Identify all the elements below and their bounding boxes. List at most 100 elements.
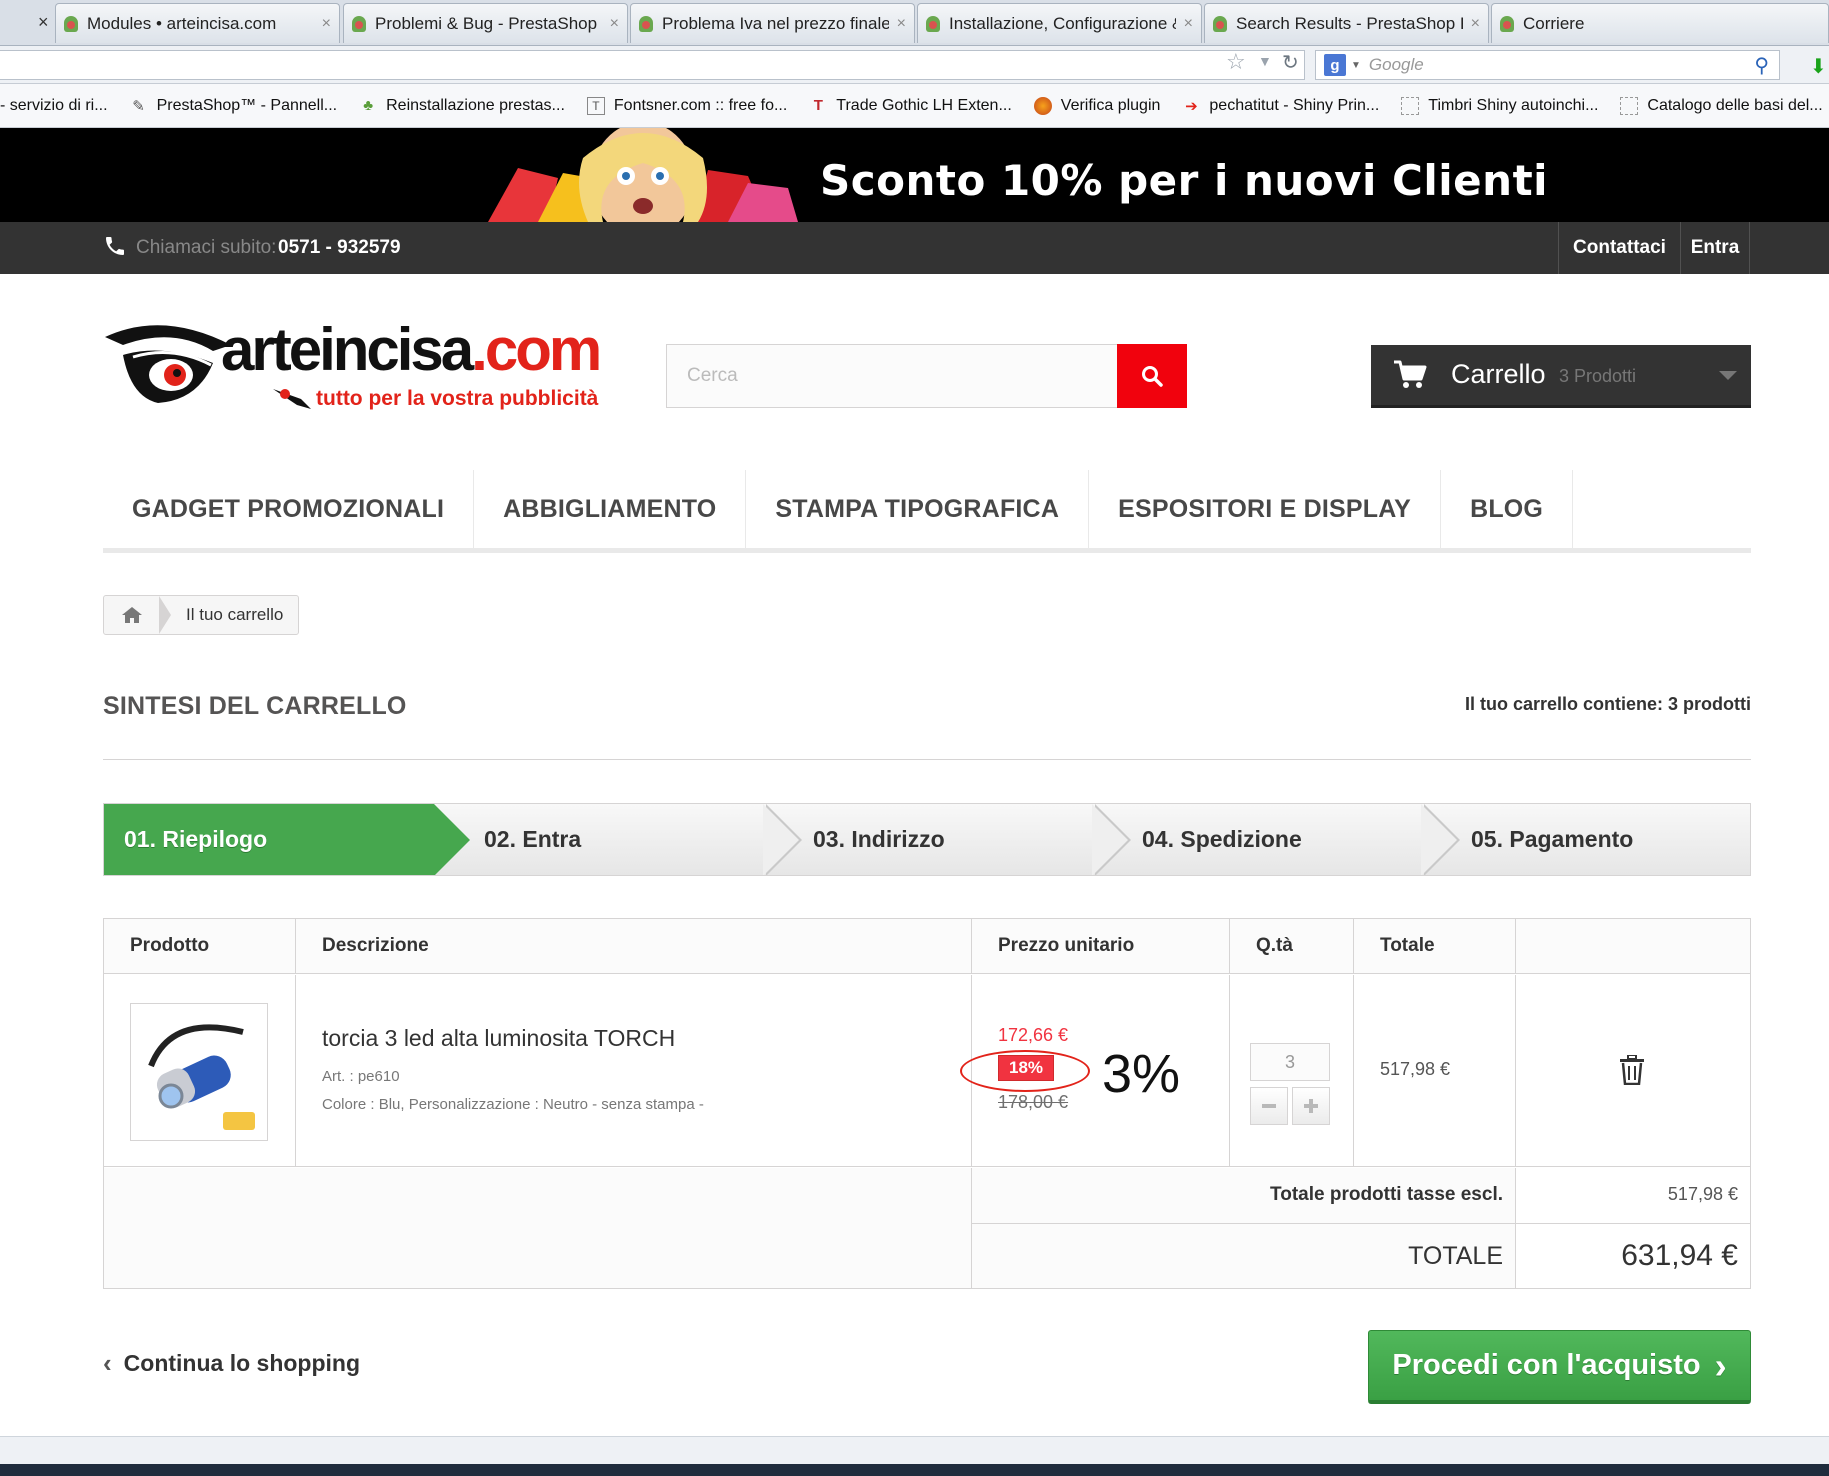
continue-shopping-label: Continua lo shopping	[123, 1350, 361, 1376]
bookmark-label: Catalogo delle basi del...	[1647, 96, 1823, 114]
step-shipping[interactable]: 04. Spedizione	[1142, 804, 1382, 875]
summary-spacer	[104, 1168, 972, 1288]
browser-tab[interactable]: Search Results - PrestaShop Forums ×	[1204, 3, 1489, 43]
google-icon[interactable]: g	[1324, 54, 1346, 76]
os-taskbar	[0, 1464, 1829, 1476]
product-name-link[interactable]: torcia 3 led alta luminosita TORCH	[322, 1025, 675, 1052]
tab-close-icon[interactable]: ×	[1471, 15, 1480, 33]
browser-tab[interactable]: Problema Iva nel prezzo finale - Pro... …	[630, 3, 915, 43]
bookmark-item[interactable]: - servizio di ri...	[0, 97, 108, 115]
bookmark-item[interactable]: Catalogo delle basi del...	[1620, 96, 1823, 115]
breadcrumb: Il tuo carrello	[103, 595, 300, 635]
menu-item-stampa[interactable]: STAMPA TIPOGRAFICA	[746, 470, 1090, 548]
cart-product-count: Il tuo carrello contiene: 3 prodotti	[1464, 694, 1751, 714]
logo-tagline: tutto per la vostra pubblicità	[316, 387, 599, 410]
step-label: 02. Entra	[484, 826, 582, 852]
column-header-total: Totale	[1354, 919, 1516, 974]
subtotal-value-cell: 517,98 €	[1516, 1168, 1750, 1224]
reload-icon[interactable]: ↻	[1282, 50, 1299, 75]
quantity-decrease-button[interactable]	[1250, 1087, 1288, 1125]
step-login[interactable]: 02. Entra	[484, 804, 724, 875]
tab-close-icon[interactable]: ×	[322, 15, 331, 33]
menu-item-espositori[interactable]: ESPOSITORI E DISPLAY	[1089, 470, 1442, 548]
login-link[interactable]: Entra	[1681, 222, 1750, 274]
step-arrow	[763, 804, 799, 875]
menu-item-gadget[interactable]: GADGET PROMOZIONALI	[103, 470, 475, 548]
browser-tab[interactable]: Corriere	[1491, 3, 1829, 43]
tab-label: Corriere	[1523, 13, 1585, 33]
bookmark-item[interactable]: Verifica plugin	[1033, 96, 1160, 115]
font-icon: T	[586, 96, 605, 115]
pen-icon	[273, 389, 311, 409]
breadcrumb-home[interactable]	[104, 596, 159, 634]
cart-dropdown[interactable]: Carrello 3 Prodotti	[1371, 345, 1751, 408]
checkout-button[interactable]: Procedi con l'acquisto ›	[1368, 1330, 1751, 1404]
product-attributes: Colore : Blu, Personalizzazione : Neutro…	[322, 1096, 704, 1113]
shopping-cart-icon	[1394, 360, 1427, 388]
search-button[interactable]	[1117, 344, 1187, 408]
site-logo[interactable]: arteincisa.com tutto per la vostra pubbl…	[103, 315, 603, 415]
browser-tab[interactable]: Problemi & Bug - PrestaShop Foru... ×	[343, 3, 628, 43]
column-header-product: Prodotto	[104, 919, 296, 974]
step-address[interactable]: 03. Indirizzo	[813, 804, 1053, 875]
menu-item-blog[interactable]: BLOG	[1441, 470, 1574, 548]
browser-tab[interactable]: Installazione, Configurazione & Ag... ×	[917, 3, 1202, 43]
engine-dropdown-icon[interactable]: ▼	[1351, 60, 1361, 71]
phone-icon	[106, 237, 124, 255]
step-payment[interactable]: 05. Pagamento	[1471, 804, 1731, 875]
bookmark-item[interactable]: Timbri Shiny autoinchi...	[1401, 96, 1598, 115]
bookmark-label: - servizio di ri...	[0, 96, 108, 114]
divider	[103, 759, 1751, 760]
step-arrow	[1421, 804, 1457, 875]
search-icon[interactable]: ⚲	[1754, 53, 1769, 78]
special-price: 172,66 €	[998, 1025, 1069, 1045]
bookmark-label: PrestaShop™ - Pannell...	[156, 96, 338, 114]
quantity-increase-button[interactable]	[1292, 1087, 1330, 1125]
total-value: 631,94 €	[1621, 1239, 1738, 1272]
logo-tld: .com	[471, 316, 602, 383]
bookmark-item[interactable]: ➔ pechatitut - Shiny Prin...	[1182, 97, 1379, 115]
total-label: TOTALE	[1408, 1242, 1503, 1270]
quantity-input[interactable]: 3	[1250, 1043, 1330, 1081]
chevron-left-icon: ‹	[103, 1348, 112, 1378]
browser-tab[interactable]: Modules • arteincisa.com ×	[55, 3, 340, 43]
browser-search-field[interactable]: g ▼ Google ⚲	[1315, 50, 1780, 80]
tab-close-icon[interactable]: ×	[38, 12, 49, 33]
bookmark-item[interactable]: T Trade Gothic LH Exten...	[809, 96, 1012, 115]
bookmark-star-icon[interactable]: ☆	[1226, 49, 1246, 75]
prestashop-icon: ✎	[132, 97, 145, 115]
tf-icon: T	[813, 97, 823, 114]
subtotal-label-cell: Totale prodotti tasse escl.	[972, 1168, 1516, 1224]
promo-banner[interactable]: Sconto 10% per i nuovi Clienti	[0, 128, 1829, 222]
product-thumbnail[interactable]	[130, 1003, 268, 1141]
tab-close-icon[interactable]: ×	[1184, 15, 1193, 33]
bookmarks-bar: - servizio di ri... ✎ PrestaShop™ - Panne…	[0, 84, 1829, 128]
bookmark-item[interactable]: ✎ PrestaShop™ - Pannell...	[130, 96, 338, 115]
forum-icon: ♣	[363, 97, 374, 114]
bookmark-item[interactable]: T Fontsner.com :: free fo...	[586, 96, 787, 115]
tab-label: Modules • arteincisa.com	[87, 13, 277, 33]
breadcrumb-separator	[159, 596, 171, 634]
menu-item-abbigliamento[interactable]: ABBIGLIAMENTO	[474, 470, 747, 548]
caret-down-icon	[1719, 371, 1737, 380]
bookmark-label: Reinstallazione prestas...	[386, 96, 565, 114]
flashlight-image	[148, 1024, 255, 1130]
tab-close-icon[interactable]: ×	[610, 15, 619, 33]
history-dropdown-icon[interactable]: ▼	[1258, 53, 1272, 69]
tab-close-icon[interactable]: ×	[897, 15, 906, 33]
tab-label: Problema Iva nel prezzo finale - Pro...	[662, 13, 889, 33]
bookmark-label: Trade Gothic LH Exten...	[836, 96, 1012, 114]
contact-link[interactable]: Contattaci	[1558, 222, 1681, 274]
bookmark-item[interactable]: ♣ Reinstallazione prestas...	[359, 97, 565, 115]
tab-label: Problemi & Bug - PrestaShop Foru...	[375, 13, 602, 33]
download-arrow-icon[interactable]: ⬇	[1810, 54, 1827, 79]
breadcrumb-current: Il tuo carrello	[186, 605, 284, 624]
url-field[interactable]	[0, 50, 1305, 80]
trash-icon[interactable]	[1619, 1055, 1645, 1085]
browser-navigation-bar: ☆ ▼ ↻ g ▼ Google ⚲ ⬇	[0, 46, 1829, 84]
shopping-woman-image	[488, 128, 798, 222]
contact-bar: Chiamaci subito: 0571 - 932579 Contattac…	[0, 222, 1829, 274]
total-value-cell: 631,94 €	[1516, 1224, 1750, 1288]
search-input[interactable]	[667, 345, 1117, 407]
continue-shopping-link[interactable]: ‹ Continua lo shopping	[103, 1348, 360, 1379]
